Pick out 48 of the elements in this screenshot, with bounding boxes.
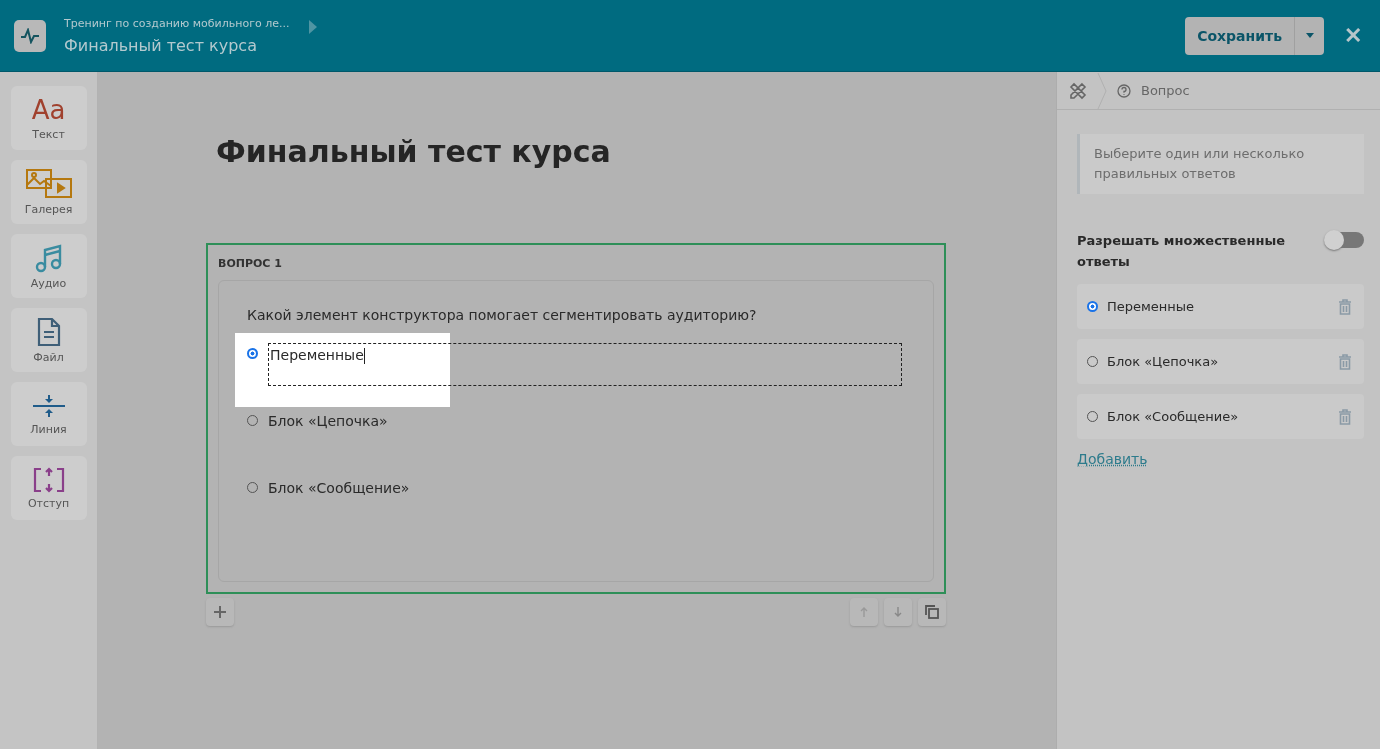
trash-icon[interactable] bbox=[1338, 408, 1352, 425]
tool-button[interactable]: Aa Текст bbox=[10, 86, 87, 150]
tool-button[interactable]: Файл bbox=[10, 308, 87, 372]
tool-button[interactable]: Линия bbox=[10, 382, 87, 446]
duplicate-button[interactable] bbox=[918, 598, 946, 626]
pulse-logo-icon bbox=[14, 19, 46, 52]
tool-button[interactable]: Галерея bbox=[10, 160, 87, 224]
panel-breadcrumb: Вопрос bbox=[1141, 83, 1190, 98]
radio-button[interactable] bbox=[247, 348, 258, 359]
close-button[interactable]: ✕ bbox=[1340, 22, 1366, 49]
header-title: Финальный тест курса bbox=[64, 35, 258, 55]
arrow-up-icon bbox=[860, 607, 868, 617]
gallery-icon bbox=[25, 168, 72, 199]
question-icon bbox=[1117, 83, 1131, 98]
answer-option-text: Переменные bbox=[1107, 299, 1196, 314]
copy-icon bbox=[925, 605, 939, 619]
add-block-button[interactable] bbox=[206, 598, 234, 626]
question-text: Какой элемент конструктора помогает сегментировать аудиторию? bbox=[247, 307, 758, 323]
document-icon bbox=[36, 316, 61, 347]
answer-option-text: Блок «Сообщение» bbox=[1107, 409, 1240, 424]
answer-text: Блок «Сообщение» bbox=[268, 479, 410, 498]
music-note-icon bbox=[33, 242, 64, 273]
answer-text: Блок «Цепочка» bbox=[268, 412, 388, 431]
answer-edit-field[interactable]: Переменные bbox=[268, 343, 902, 386]
page-title: Финальный тест курса bbox=[216, 134, 612, 169]
tools-icon[interactable] bbox=[1069, 81, 1087, 100]
spacing-icon bbox=[32, 466, 65, 493]
trash-icon[interactable] bbox=[1338, 298, 1352, 315]
add-link[interactable]: Добавить bbox=[1077, 451, 1148, 467]
text-tool-glyph: Aa bbox=[31, 95, 66, 124]
arrow-down-icon bbox=[894, 607, 902, 617]
answer-option-card[interactable]: Блок «Цепочка» bbox=[1077, 339, 1364, 384]
answer-option-text: Блок «Цепочка» bbox=[1107, 354, 1220, 369]
answer-option-card[interactable]: Переменные bbox=[1077, 284, 1364, 329]
tool-button[interactable]: Аудио bbox=[10, 234, 87, 298]
divider-icon bbox=[31, 392, 66, 419]
caret-down-icon bbox=[1305, 33, 1314, 38]
trash-icon[interactable] bbox=[1338, 353, 1352, 370]
plus-icon bbox=[214, 606, 226, 618]
toggle-switch[interactable] bbox=[1326, 232, 1364, 248]
caret-right-icon bbox=[309, 19, 318, 34]
question-label: ВОПРОС 1 bbox=[218, 257, 283, 270]
radio-button[interactable] bbox=[1087, 301, 1098, 312]
breadcrumb-text[interactable]: Тренинг по созданию мобильного ле... bbox=[64, 16, 290, 30]
hint-text: Выберите один или несколько правильных ответов bbox=[1077, 134, 1364, 194]
answer-option-card[interactable]: Блок «Сообщение» bbox=[1077, 394, 1364, 439]
multiple-answers-label: Разрешать множественные ответы bbox=[1077, 232, 1286, 271]
tool-button[interactable]: Отступ bbox=[10, 456, 87, 520]
